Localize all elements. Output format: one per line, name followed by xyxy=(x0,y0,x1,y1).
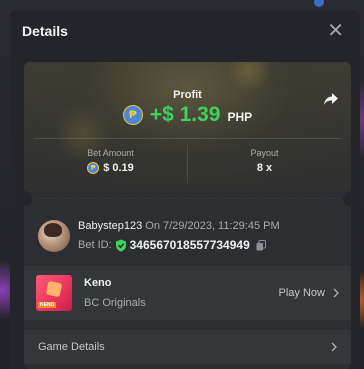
bet-id-label: Bet ID: xyxy=(78,239,112,251)
play-now-label: Play Now xyxy=(278,287,325,299)
game-thumb-label: KENO xyxy=(38,302,57,308)
bet-info-section: Babystep123 On 7/29/2023, 11:29:45 PM Be… xyxy=(24,206,351,369)
bet-id-value: 346567018557734949 xyxy=(129,238,250,252)
modal-title: Details xyxy=(22,23,68,39)
game-name: Keno xyxy=(84,277,112,289)
keno-game-thumbnail[interactable]: KENO xyxy=(36,275,72,311)
profit-section: Profit ₱ +$ 1.39 PHP Bet Amount ₱ $ 0.19 xyxy=(24,62,351,192)
php-coin-icon: ₱ xyxy=(87,162,100,174)
modal-header: Details ✕ xyxy=(10,10,360,52)
close-icon[interactable]: ✕ xyxy=(327,21,344,41)
profit-row: ₱ +$ 1.39 PHP xyxy=(24,103,351,127)
username[interactable]: Babystep123 xyxy=(78,220,142,232)
profit-label: Profit xyxy=(173,89,202,101)
game-provider: BC Originals xyxy=(84,297,146,309)
chevron-right-icon xyxy=(333,288,339,298)
php-coin-icon: ₱ xyxy=(122,105,143,125)
user-info: Babystep123 On 7/29/2023, 11:29:45 PM Be… xyxy=(78,220,280,252)
game-details-row[interactable]: Game Details xyxy=(24,330,351,364)
chevron-right-icon xyxy=(331,342,337,352)
bet-amount-value-row: ₱ $ 0.19 xyxy=(34,162,187,174)
payout-label: Payout xyxy=(250,148,279,158)
game-info: Keno BC Originals xyxy=(84,277,146,309)
payout-stat: Payout 8 x xyxy=(187,145,341,183)
avatar[interactable] xyxy=(38,220,70,252)
payout-value: 8 x xyxy=(256,162,273,174)
bet-stats: Bet Amount ₱ $ 0.19 Payout 8 x xyxy=(34,138,341,183)
details-modal: Details ✕ Profit ₱ +$ 1.39 PHP Bet Amoun… xyxy=(10,10,360,369)
game-details-label: Game Details xyxy=(38,341,105,353)
profit-currency: PHP xyxy=(227,110,253,124)
balance-coin-icon xyxy=(314,0,324,7)
game-row[interactable]: KENO Keno BC Originals Play Now xyxy=(24,266,351,320)
bet-card: Profit ₱ +$ 1.39 PHP Bet Amount ₱ $ 0.19 xyxy=(16,62,359,369)
user-row: Babystep123 On 7/29/2023, 11:29:45 PM Be… xyxy=(38,220,280,252)
copy-icon[interactable] xyxy=(256,239,266,251)
shield-icon xyxy=(115,239,126,251)
bet-amount-label: Bet Amount xyxy=(87,148,134,158)
bet-id-line: Bet ID: 346567018557734949 xyxy=(78,238,280,252)
ticket-separator xyxy=(16,191,359,207)
profit-value: +$ 1.39 xyxy=(149,103,221,126)
bet-amount-value: $ 0.19 xyxy=(103,162,134,174)
play-now-button[interactable]: Play Now xyxy=(279,287,339,299)
bet-amount-stat: Bet Amount ₱ $ 0.19 xyxy=(34,139,187,183)
bet-timestamp: On 7/29/2023, 11:29:45 PM xyxy=(145,220,280,232)
user-line: Babystep123 On 7/29/2023, 11:29:45 PM xyxy=(78,220,280,232)
share-icon[interactable] xyxy=(323,92,339,106)
